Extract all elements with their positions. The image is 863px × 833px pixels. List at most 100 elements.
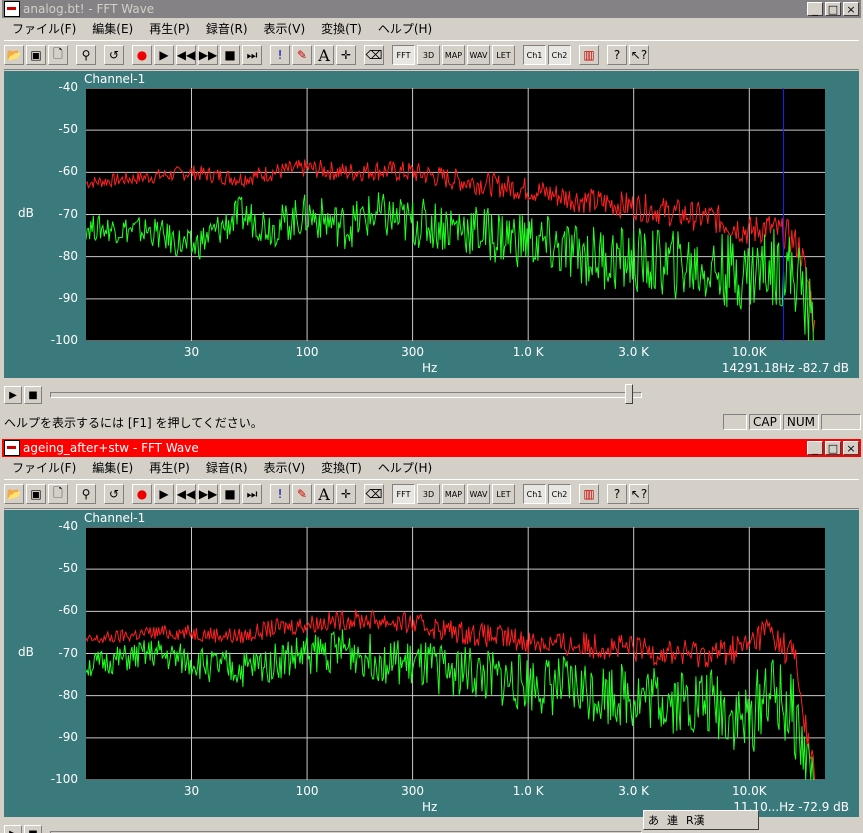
menu-file[interactable]: ファイル(F) (4, 20, 84, 37)
slider-thumb[interactable] (625, 384, 633, 404)
fft-window-2: ageing_after+stw - FFT Wave _ □ × ファイル(F… (0, 439, 863, 833)
crosshair-icon[interactable]: ✛ (336, 484, 356, 504)
mode-fft-button[interactable]: FFT (392, 45, 415, 65)
menu-play[interactable]: 再生(P) (141, 20, 198, 37)
ime-mode-kanji[interactable]: R漢 (682, 812, 709, 828)
open-icon[interactable]: 📂 (4, 484, 24, 504)
play-icon[interactable]: ▶ (4, 825, 22, 833)
spectrum-svg (85, 87, 825, 342)
context-help-icon[interactable]: ↖? (629, 484, 649, 504)
undo-icon[interactable]: ↺ (104, 45, 124, 65)
record-icon[interactable]: ● (132, 45, 152, 65)
exclaim-icon[interactable]: ! (270, 484, 290, 504)
channel-1-button[interactable]: Ch1 (523, 484, 546, 504)
menu-file[interactable]: ファイル(F) (4, 459, 84, 476)
undo-icon[interactable]: ↺ (104, 484, 124, 504)
mode-wav-button[interactable]: WAV (467, 484, 490, 504)
go-end-icon[interactable]: ⏭ (242, 484, 262, 504)
text-icon[interactable]: A (314, 484, 334, 504)
exclaim-icon[interactable]: ! (270, 45, 290, 65)
channel-2-button[interactable]: Ch2 (548, 45, 571, 65)
mode-wav-button[interactable]: WAV (467, 45, 490, 65)
save-icon[interactable]: ▣ (26, 484, 46, 504)
menu-view[interactable]: 表示(V) (256, 459, 314, 476)
pencil-icon[interactable]: ✎ (292, 484, 312, 504)
eraser-icon[interactable]: ⌫ (364, 45, 384, 65)
channel-1-button[interactable]: Ch1 (523, 45, 546, 65)
play-icon[interactable]: ▶ (4, 386, 22, 404)
bars-icon[interactable]: ▥ (579, 484, 599, 504)
title-bar[interactable]: analog.bt! - FFT Wave _ □ × (2, 0, 861, 18)
y-tick-label: -80 (58, 248, 78, 263)
mode-3d-button[interactable]: 3D (417, 45, 440, 65)
x-tick-label: 100 (295, 345, 319, 359)
position-slider[interactable] (50, 384, 642, 404)
maximize-button[interactable]: □ (825, 2, 841, 16)
minimize-button[interactable]: _ (807, 2, 823, 16)
app-icon[interactable] (4, 440, 20, 456)
pencil-icon[interactable]: ✎ (292, 45, 312, 65)
crosshair-icon[interactable]: ✛ (336, 45, 356, 65)
menu-record[interactable]: 録音(R) (198, 459, 256, 476)
menu-convert[interactable]: 変換(T) (313, 459, 370, 476)
title-bar[interactable]: ageing_after+stw - FFT Wave _ □ × (2, 439, 861, 457)
save-icon[interactable]: ▣ (26, 45, 46, 65)
mode-fft-button[interactable]: FFT (392, 484, 415, 504)
find-icon[interactable]: ⚲ (76, 45, 96, 65)
mode-map-button[interactable]: MAP (442, 45, 465, 65)
eraser-icon[interactable]: ⌫ (364, 484, 384, 504)
find-icon[interactable]: ⚲ (76, 484, 96, 504)
context-help-icon[interactable]: ↖? (629, 45, 649, 65)
menu-help[interactable]: ヘルプ(H) (370, 459, 440, 476)
menu-convert[interactable]: 変換(T) (313, 20, 370, 37)
minimize-button[interactable]: _ (807, 441, 823, 455)
stop-icon[interactable]: ■ (220, 484, 240, 504)
preview-icon[interactable]: 🗋 (48, 45, 68, 65)
spectrum-graph[interactable] (85, 87, 825, 342)
text-icon[interactable]: A (314, 45, 334, 65)
ime-mode-hiragana[interactable]: あ (644, 812, 663, 828)
help-icon[interactable]: ? (607, 484, 627, 504)
stop-icon[interactable]: ■ (24, 386, 42, 404)
app-icon[interactable] (4, 1, 20, 17)
fast-forward-icon[interactable]: ▶▶ (198, 45, 218, 65)
menu-play[interactable]: 再生(P) (141, 459, 198, 476)
close-button[interactable]: × (843, 2, 859, 16)
menu-bar: ファイル(F) 編集(E) 再生(P) 録音(R) 表示(V) 変換(T) ヘル… (4, 458, 859, 477)
mode-let-button[interactable]: LET (492, 484, 515, 504)
window-title: ageing_after+stw - FFT Wave (23, 441, 199, 455)
status-text: ヘルプを表示するには [F1] を押してください。 (4, 415, 263, 430)
preview-icon[interactable]: 🗋 (48, 484, 68, 504)
mode-map-button[interactable]: MAP (442, 484, 465, 504)
bars-icon[interactable]: ▥ (579, 45, 599, 65)
spectrum-svg (85, 526, 825, 781)
play-icon[interactable]: ▶ (154, 45, 174, 65)
stop-icon[interactable]: ■ (24, 825, 42, 833)
x-tick-label: 10.0K (731, 784, 767, 798)
menu-edit[interactable]: 編集(E) (84, 20, 141, 37)
mode-3d-button[interactable]: 3D (417, 484, 440, 504)
record-icon[interactable]: ● (132, 484, 152, 504)
rewind-icon[interactable]: ◀◀ (176, 45, 196, 65)
open-icon[interactable]: 📂 (4, 45, 24, 65)
stop-icon[interactable]: ■ (220, 45, 240, 65)
rewind-icon[interactable]: ◀◀ (176, 484, 196, 504)
menu-view[interactable]: 表示(V) (256, 20, 314, 37)
go-end-icon[interactable]: ⏭ (242, 45, 262, 65)
status-num: NUM (782, 414, 819, 430)
play-icon[interactable]: ▶ (154, 484, 174, 504)
maximize-button[interactable]: □ (825, 441, 841, 455)
ime-toolbar[interactable]: あ 連 R漢 (643, 810, 759, 830)
x-axis-label: Hz (422, 800, 438, 814)
channel-2-button[interactable]: Ch2 (548, 484, 571, 504)
close-button[interactable]: × (843, 441, 859, 455)
menu-help[interactable]: ヘルプ(H) (370, 20, 440, 37)
fast-forward-icon[interactable]: ▶▶ (198, 484, 218, 504)
mode-let-button[interactable]: LET (492, 45, 515, 65)
x-tick-label: 3.0 K (618, 784, 650, 798)
menu-record[interactable]: 録音(R) (198, 20, 256, 37)
ime-mode-conversion[interactable]: 連 (663, 812, 682, 828)
help-icon[interactable]: ? (607, 45, 627, 65)
menu-edit[interactable]: 編集(E) (84, 459, 141, 476)
spectrum-graph[interactable] (85, 526, 825, 781)
